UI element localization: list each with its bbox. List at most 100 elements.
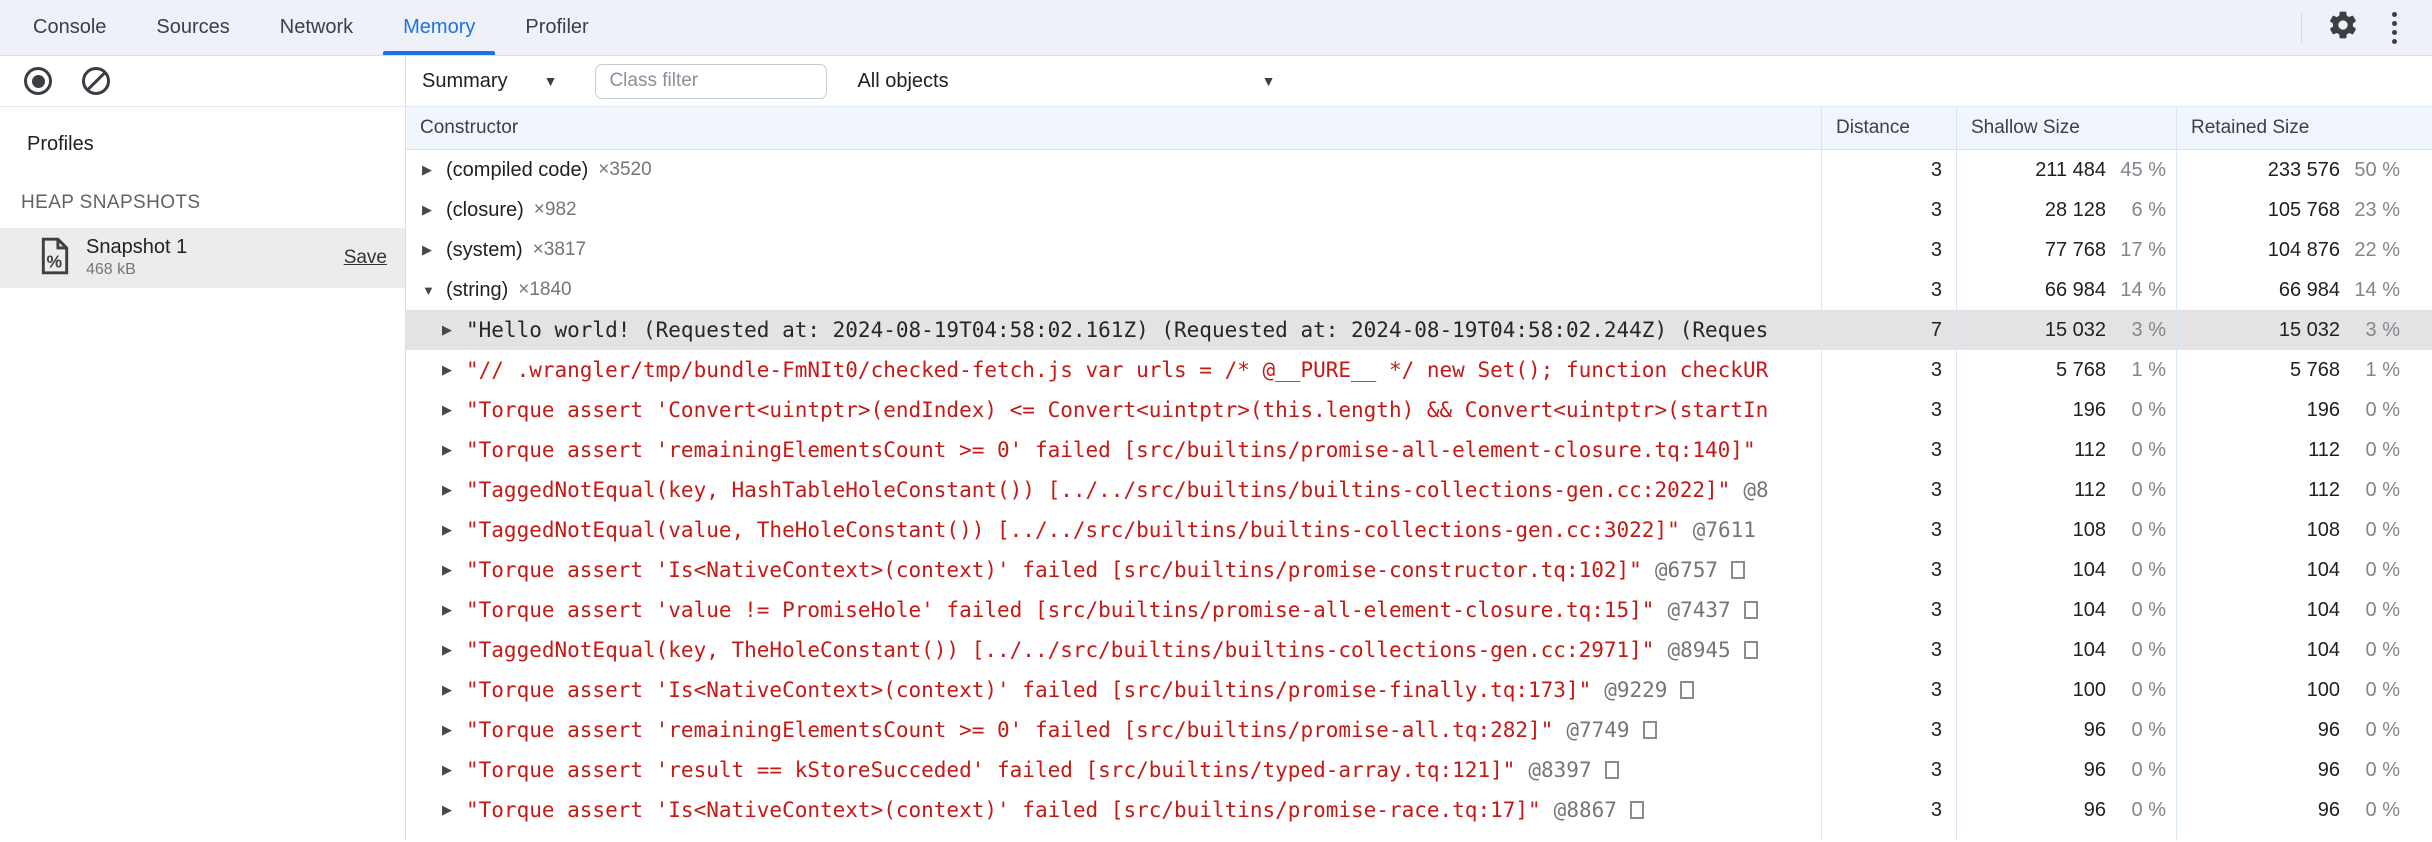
expand-icon[interactable]: ▶ xyxy=(442,642,466,658)
constructor-group-row[interactable]: ▶ (system) ×3817 3 77 768 17 % 104 876 22 % xyxy=(406,230,2432,270)
heap-string-row[interactable]: ▶ "TaggedNotEqual(value, TheHoleConstant(… xyxy=(406,510,2432,550)
retained-size-cell: 100 0 % xyxy=(2177,670,2432,710)
expand-icon[interactable]: ▶ xyxy=(442,602,466,618)
retained-size-cell: 104 876 22 % xyxy=(2177,230,2432,270)
heap-string-row[interactable]: ▶ "Torque assert 'Is<NativeContext>(conte… xyxy=(406,790,2432,830)
shallow-size-percent: 1 % xyxy=(2131,358,2166,381)
column-header-shallow-size[interactable]: Shallow Size xyxy=(1957,107,2177,149)
heap-string-row[interactable]: ▶ "Torque assert 'Is<NativeContext>(conte… xyxy=(406,670,2432,710)
heap-string-row[interactable]: ▶ "Torque assert 'result == kStoreSuccede… xyxy=(406,750,2432,790)
tab-network[interactable]: Network xyxy=(255,0,378,55)
heap-string-row[interactable]: ▶ "Hello world! (Requested at: 2024-08-19… xyxy=(406,310,2432,350)
perspective-select[interactable]: Summary ▼ xyxy=(422,70,557,93)
expand-icon[interactable]: ▶ xyxy=(422,242,446,258)
expand-icon[interactable]: ▶ xyxy=(442,762,466,778)
profiles-sidebar: Profiles HEAP SNAPSHOTS % Snapshot 1 468… xyxy=(0,56,406,841)
constructor-cell: ▶ "TaggedNotEqual(key, TheHoleConstant())… xyxy=(406,630,1822,670)
settings-button[interactable] xyxy=(2326,11,2360,45)
string-value: "// .wrangler/tmp/bundle-FmNIt0/checked-… xyxy=(466,358,1769,382)
heap-string-row[interactable]: ▶ "Torque assert 'remainingElementsCount … xyxy=(406,430,2432,470)
heap-string-row[interactable]: ▶ "// .wrangler/tmp/bundle-FmNIt0/checked… xyxy=(406,350,2432,390)
expand-icon[interactable]: ▶ xyxy=(442,442,466,458)
tab-profiler[interactable]: Profiler xyxy=(500,0,613,55)
heap-string-row[interactable]: ▶ "Torque assert 'remainingElementsCount … xyxy=(406,710,2432,750)
distance-cell: 7 xyxy=(1822,310,1957,350)
expand-icon[interactable]: ▶ xyxy=(442,402,466,418)
object-id: @9229 xyxy=(1604,678,1668,702)
instance-count: ×982 xyxy=(533,199,577,220)
collapse-icon[interactable]: ▼ xyxy=(422,283,446,298)
expand-icon[interactable]: ▶ xyxy=(442,322,466,338)
shallow-size-percent: 14 % xyxy=(2120,278,2166,301)
profiles-toolbar xyxy=(0,56,405,107)
expand-icon[interactable]: ▶ xyxy=(442,362,466,378)
sidebar-item-snapshot-1[interactable]: % Snapshot 1 468 kB Save xyxy=(0,228,405,288)
heap-string-row[interactable]: ▶ "Torque assert 'Convert<uintptr>(endInd… xyxy=(406,390,2432,430)
expand-icon[interactable]: ▶ xyxy=(442,802,466,818)
missing-glyph-icon xyxy=(1642,721,1657,739)
gear-icon xyxy=(2327,9,2359,46)
clear-profiles-button[interactable] xyxy=(82,67,110,95)
distance-cell: 3 xyxy=(1822,510,1957,550)
expand-icon[interactable]: ▶ xyxy=(422,162,446,178)
distance-cell: 3 xyxy=(1822,790,1957,830)
shallow-size-cell: 96 0 % xyxy=(1957,790,2177,830)
shallow-size-percent: 6 % xyxy=(2131,198,2166,221)
record-heap-snapshot-button[interactable] xyxy=(24,67,52,95)
expand-icon[interactable]: ▶ xyxy=(442,562,466,578)
toolbar-divider xyxy=(2301,12,2302,43)
tab-sources[interactable]: Sources xyxy=(131,0,254,55)
expand-icon[interactable]: ▶ xyxy=(442,682,466,698)
shallow-size-cell: 66 984 14 % xyxy=(1957,270,2177,310)
expand-icon[interactable]: ▶ xyxy=(442,722,466,738)
save-snapshot-link[interactable]: Save xyxy=(344,247,387,269)
retained-size-percent: 14 % xyxy=(2354,278,2400,301)
expand-icon[interactable]: ▶ xyxy=(442,522,466,538)
object-id: @7611 xyxy=(1692,518,1756,542)
object-id: @8397 xyxy=(1528,758,1592,782)
heap-string-row[interactable]: ▶ "TaggedNotEqual(key, TheHoleConstant())… xyxy=(406,630,2432,670)
constructor-name: (system) xyxy=(446,238,523,261)
class-filter-input[interactable] xyxy=(595,63,828,99)
snapshot-title: Snapshot 1 xyxy=(86,236,188,259)
distance-cell: 3 xyxy=(1822,710,1957,750)
tab-profiler-label: Profiler xyxy=(525,16,589,38)
shallow-size-value: 100 xyxy=(2072,678,2106,701)
shallow-size-cell: 108 0 % xyxy=(1957,510,2177,550)
string-value: "Torque assert 'remainingElementsCount >… xyxy=(466,438,1756,462)
distance-cell: 3 xyxy=(1822,670,1957,710)
retained-size-cell: 104 0 % xyxy=(2177,590,2432,630)
shallow-size-value: 5 768 xyxy=(2055,358,2106,381)
retained-size-value: 233 576 xyxy=(2267,158,2340,181)
snapshot-size: 468 kB xyxy=(86,261,136,279)
retained-size-cell: 108 0 % xyxy=(2177,510,2432,550)
distance-cell: 3 xyxy=(1822,230,1957,270)
shallow-size-cell: 211 484 45 % xyxy=(1957,150,2177,190)
column-header-retained-size[interactable]: Retained Size xyxy=(2177,107,2432,149)
constructor-group-row[interactable]: ▶ (compiled code) ×3520 3 211 484 45 % 233 576… xyxy=(406,150,2432,190)
constructor-group-row[interactable]: ▼ (string) ×1840 3 66 984 14 % 66 984 14 % xyxy=(406,270,2432,310)
expand-icon[interactable]: ▶ xyxy=(442,482,466,498)
constructor-group-row[interactable]: ▶ (closure) ×982 3 28 128 6 % 105 768 23 % xyxy=(406,190,2432,230)
shallow-size-value: 112 xyxy=(2074,438,2106,461)
record-icon xyxy=(31,74,45,88)
tab-console[interactable]: Console xyxy=(8,0,131,55)
tab-memory[interactable]: Memory xyxy=(378,0,500,55)
shallow-size-percent: 0 % xyxy=(2131,438,2166,461)
retained-size-percent: 0 % xyxy=(2365,758,2400,781)
retained-size-cell: 5 768 1 % xyxy=(2177,350,2432,390)
distance-cell: 3 xyxy=(1822,390,1957,430)
column-header-constructor[interactable]: Constructor xyxy=(406,107,1822,149)
shallow-size-cell: 112 0 % xyxy=(1957,430,2177,470)
object-filter-select[interactable]: All objects ▼ xyxy=(857,70,1275,93)
retained-size-value: 112 xyxy=(2308,438,2340,461)
column-header-distance[interactable]: Distance xyxy=(1822,107,1957,149)
kebab-menu-icon xyxy=(2391,11,2397,17)
heap-string-row[interactable]: ▶ "TaggedNotEqual(key, HashTableHoleConst… xyxy=(406,470,2432,510)
snapshot-toolbar: Summary ▼ All objects ▼ xyxy=(406,56,2432,107)
expand-icon[interactable]: ▶ xyxy=(422,202,446,218)
more-options-button[interactable] xyxy=(2382,11,2406,45)
heap-string-row[interactable]: ▶ "Torque assert 'Is<NativeContext>(conte… xyxy=(406,550,2432,590)
heap-string-row[interactable]: ▶ "Torque assert 'value != PromiseHole' f… xyxy=(406,590,2432,630)
constructor-cell: ▶ (system) ×3817 xyxy=(406,230,1822,270)
